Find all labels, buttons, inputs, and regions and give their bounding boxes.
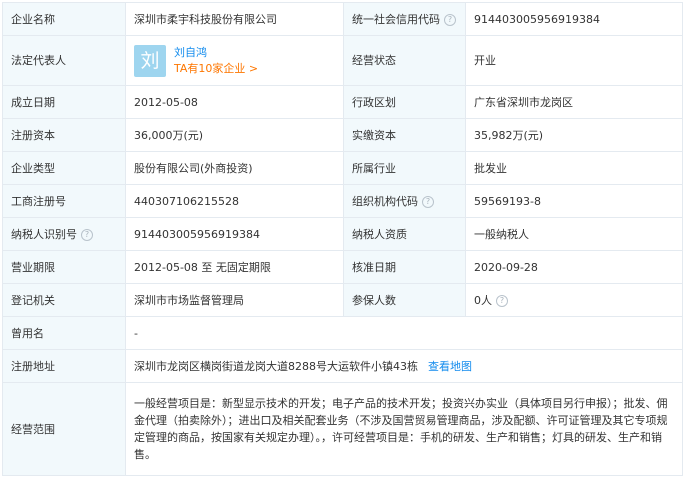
- table-row: 营业期限 2012-05-08 至 无固定期限 核准日期 2020-09-28: [2, 250, 683, 284]
- help-icon[interactable]: ?: [422, 195, 434, 208]
- table-row: 注册地址 深圳市龙岗区横岗街道龙岗大道8288号大运软件小镇43栋 查看地图: [2, 349, 683, 383]
- status-label: 经营状态: [343, 35, 466, 86]
- table-row: 成立日期 2012-05-08 行政区划 广东省深圳市龙岗区: [2, 85, 683, 119]
- table-row: 登记机关 深圳市市场监督管理局 参保人数 0人?: [2, 283, 683, 317]
- founded-value: 2012-05-08: [125, 85, 344, 119]
- table-row: 企业名称 深圳市柔宇科技股份有限公司 统一社会信用代码? 91440300595…: [2, 2, 683, 36]
- help-icon[interactable]: ?: [444, 13, 456, 26]
- company-name-value: 深圳市柔宇科技股份有限公司: [125, 2, 344, 36]
- table-row: 企业类型 股份有限公司(外商投资) 所属行业 批发业: [2, 151, 683, 185]
- company-type-value: 股份有限公司(外商投资): [125, 151, 344, 185]
- reg-capital-value: 36,000万(元): [125, 118, 344, 152]
- help-icon[interactable]: ?: [496, 294, 508, 307]
- reg-capital-label: 注册资本: [2, 118, 126, 152]
- authority-label: 登记机关: [2, 283, 126, 317]
- org-code-value: 59569193-8: [465, 184, 683, 218]
- paid-capital-label: 实缴资本: [343, 118, 466, 152]
- table-row: 工商注册号 440307106215528 组织机构代码? 59569193-8: [2, 184, 683, 218]
- taxpayer-id-label: 纳税人识别号: [11, 227, 77, 241]
- table-row: 纳税人识别号? 914403005956919384 纳税人资质 一般纳税人: [2, 217, 683, 251]
- table-row: 法定代表人 刘 刘自鸿 TA有10家企业 > 经营状态 开业: [2, 35, 683, 86]
- table-row: 经营范围 一般经营项目是：新型显示技术的开发；电子产品的技术开发；投资兴办实业（…: [2, 382, 683, 476]
- industry-value: 批发业: [465, 151, 683, 185]
- former-name-label: 曾用名: [2, 316, 126, 350]
- authority-value: 深圳市市场监督管理局: [125, 283, 344, 317]
- reg-number-value: 440307106215528: [125, 184, 344, 218]
- address-label: 注册地址: [2, 349, 126, 383]
- term-label: 营业期限: [2, 250, 126, 284]
- legal-rep-name-link[interactable]: 刘自鸿: [174, 45, 258, 61]
- view-map-link[interactable]: 查看地图: [428, 360, 472, 373]
- legal-rep-cell: 刘 刘自鸿 TA有10家企业 >: [125, 35, 344, 86]
- address-cell: 深圳市龙岗区横岗街道龙岗大道8288号大运软件小镇43栋 查看地图: [125, 349, 683, 383]
- table-row: 注册资本 36,000万(元) 实缴资本 35,982万(元): [2, 118, 683, 152]
- insured-value-cell: 0人?: [465, 283, 683, 317]
- taxpayer-id-label-cell: 纳税人识别号?: [2, 217, 126, 251]
- org-code-label-cell: 组织机构代码?: [343, 184, 466, 218]
- founded-label: 成立日期: [2, 85, 126, 119]
- scope-value: 一般经营项目是：新型显示技术的开发；电子产品的技术开发；投资兴办实业（具体项目另…: [125, 382, 683, 476]
- address-value: 深圳市龙岗区横岗街道龙岗大道8288号大运软件小镇43栋: [134, 359, 418, 373]
- approval-date-value: 2020-09-28: [465, 250, 683, 284]
- org-code-label: 组织机构代码: [352, 194, 418, 208]
- company-info-table: 企业名称 深圳市柔宇科技股份有限公司 统一社会信用代码? 91440300595…: [2, 2, 683, 476]
- company-type-label: 企业类型: [2, 151, 126, 185]
- taxpayer-qual-label: 纳税人资质: [343, 217, 466, 251]
- approval-date-label: 核准日期: [343, 250, 466, 284]
- table-row: 曾用名 -: [2, 316, 683, 350]
- region-value: 广东省深圳市龙岗区: [465, 85, 683, 119]
- legal-rep-enterprises-link[interactable]: TA有10家企业 >: [174, 61, 258, 77]
- industry-label: 所属行业: [343, 151, 466, 185]
- reg-number-label: 工商注册号: [2, 184, 126, 218]
- credit-code-label-cell: 统一社会信用代码?: [343, 2, 466, 36]
- avatar[interactable]: 刘: [134, 44, 166, 77]
- scope-label: 经营范围: [2, 382, 126, 476]
- legal-rep-label: 法定代表人: [2, 35, 126, 86]
- company-name-label: 企业名称: [2, 2, 126, 36]
- taxpayer-id-value: 914403005956919384: [125, 217, 344, 251]
- region-label: 行政区划: [343, 85, 466, 119]
- paid-capital-value: 35,982万(元): [465, 118, 683, 152]
- insured-label: 参保人数: [343, 283, 466, 317]
- credit-code-label: 统一社会信用代码: [352, 12, 440, 26]
- former-name-value: -: [125, 316, 683, 350]
- help-icon[interactable]: ?: [81, 228, 93, 241]
- credit-code-value: 914403005956919384: [465, 2, 683, 36]
- status-value: 开业: [465, 35, 683, 86]
- term-value: 2012-05-08 至 无固定期限: [125, 250, 344, 284]
- taxpayer-qual-value: 一般纳税人: [465, 217, 683, 251]
- insured-value: 0人: [474, 293, 492, 307]
